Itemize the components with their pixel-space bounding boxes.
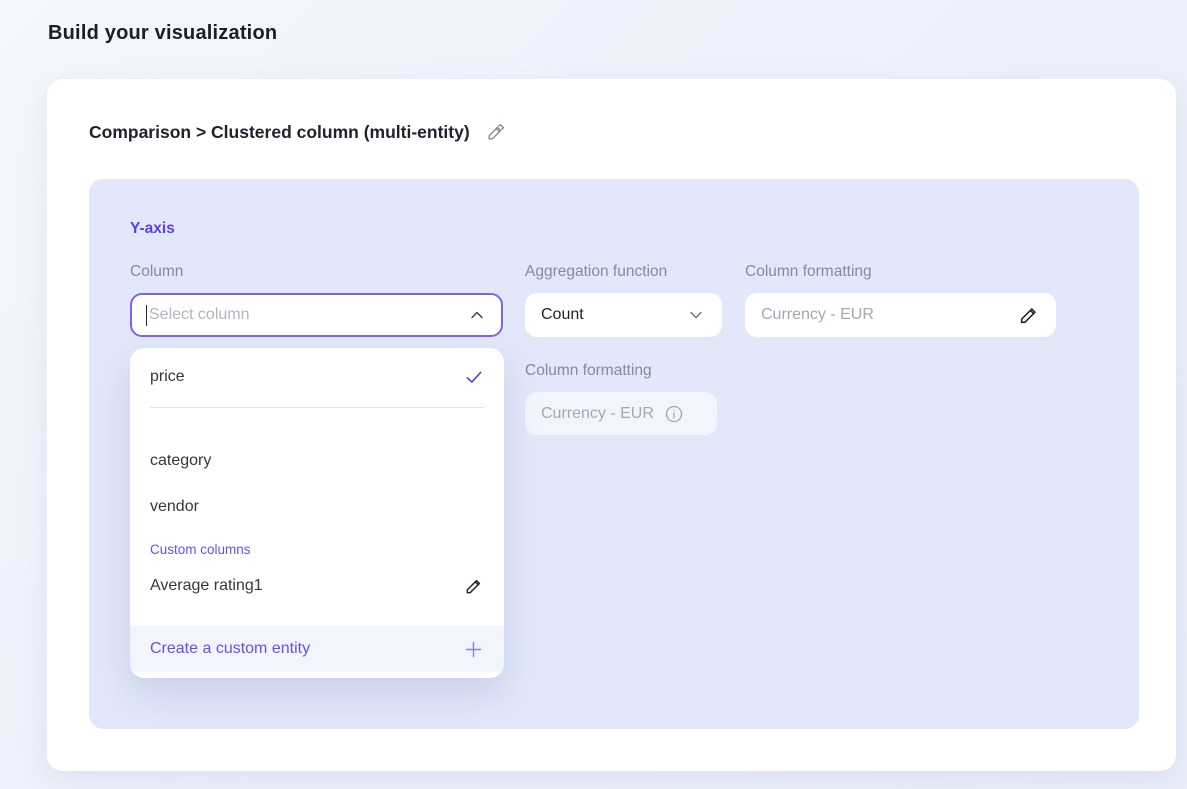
dropdown-option-vendor[interactable]: vendor: [130, 484, 504, 530]
column-formatting-secondary-label: Column formatting: [525, 362, 717, 380]
pencil-icon: [486, 123, 505, 142]
create-custom-entity-row[interactable]: Create a custom entity: [130, 626, 504, 672]
dropdown-option-title-clipped[interactable]: title: [130, 408, 504, 438]
section-label: Y-axis: [130, 220, 175, 238]
column-formatting-field: Column formatting Currency - EUR: [745, 263, 1056, 337]
visualization-card: Comparison > Clustered column (multi-ent…: [47, 79, 1176, 771]
custom-columns-header: Custom columns: [130, 530, 504, 561]
column-select-placeholder: Select column: [149, 306, 250, 324]
pencil-icon: [1018, 304, 1040, 326]
option-label: vendor: [150, 498, 199, 516]
check-icon: [464, 367, 484, 387]
aggregation-select[interactable]: Count: [525, 293, 722, 337]
column-formatting-control[interactable]: Currency - EUR: [745, 293, 1056, 337]
chart-type-breadcrumb: Comparison > Clustered column (multi-ent…: [89, 122, 470, 143]
info-icon: [664, 404, 684, 424]
dropdown-option-price[interactable]: price: [130, 354, 504, 400]
chevron-down-icon: [686, 305, 706, 325]
column-formatting-secondary-field: Column formatting Currency - EUR: [525, 362, 717, 435]
edit-chart-name-button[interactable]: [486, 123, 505, 142]
dropdown-option-average-rating1[interactable]: Average rating1: [130, 561, 504, 611]
breadcrumb: Comparison > Clustered column (multi-ent…: [89, 122, 505, 143]
column-formatting-value: Currency - EUR: [761, 306, 874, 324]
option-label: price: [150, 368, 185, 386]
option-label: title: [150, 408, 175, 414]
pencil-icon: [464, 576, 484, 596]
column-dropdown: price title category vendor Custom colum…: [130, 348, 504, 678]
column-field: Column Select column price title: [130, 263, 503, 337]
column-formatting-secondary-control: Currency - EUR: [525, 392, 717, 435]
chevron-up-icon: [467, 305, 487, 325]
edit-custom-column-button[interactable]: [464, 576, 484, 596]
option-label: category: [150, 452, 211, 470]
create-custom-entity-label: Create a custom entity: [150, 640, 310, 658]
column-formatting-label: Column formatting: [745, 263, 1056, 281]
aggregation-field: Aggregation function Count: [525, 263, 722, 337]
y-axis-panel: Y-axis Column Select column price tit: [89, 179, 1139, 729]
column-formatting-secondary-value: Currency - EUR: [541, 405, 654, 423]
edit-formatting-button[interactable]: [1018, 304, 1040, 326]
aggregation-label: Aggregation function: [525, 263, 722, 281]
column-select[interactable]: Select column: [130, 293, 503, 337]
column-label: Column: [130, 263, 503, 281]
plus-icon: [463, 639, 484, 660]
aggregation-value: Count: [541, 306, 584, 324]
info-tooltip-trigger[interactable]: [664, 404, 684, 424]
page-title: Build your visualization: [48, 22, 277, 45]
dropdown-option-category[interactable]: category: [130, 438, 504, 484]
text-caret: [146, 305, 147, 326]
option-label: Average rating1: [150, 577, 263, 595]
